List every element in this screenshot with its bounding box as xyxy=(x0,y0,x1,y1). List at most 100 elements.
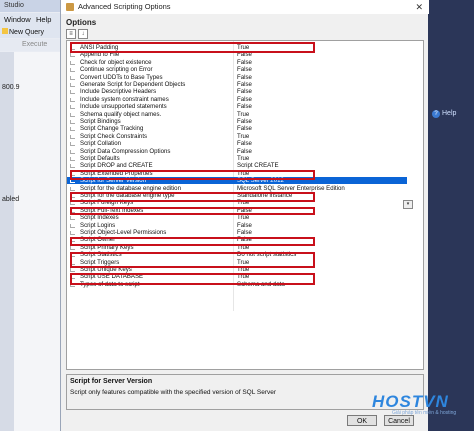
help-link[interactable]: ? Help xyxy=(432,110,456,118)
property-row[interactable]: Script Indexes True xyxy=(67,214,407,221)
property-row[interactable]: Script Collation False xyxy=(67,140,407,147)
property-name: Script Check Constraints xyxy=(80,132,148,140)
property-row[interactable]: Include system constraint names False xyxy=(67,96,407,103)
property-row[interactable]: Convert UDDTs to Base Types False xyxy=(67,74,407,81)
property-name: Script Bindings xyxy=(80,118,121,125)
description-text: Script only features compatible with the… xyxy=(70,389,277,396)
property-row[interactable]: Script Object-Level Permissions False xyxy=(67,229,407,236)
property-name: Check for object existence xyxy=(80,58,152,66)
property-row[interactable]: Check for object existence False xyxy=(67,59,407,66)
row-indent-icon xyxy=(70,90,75,95)
dialog-title: Advanced Scripting Options xyxy=(78,2,171,11)
property-name: Include system constraint names xyxy=(80,95,169,103)
property-value[interactable]: False xyxy=(237,118,252,125)
execute-button[interactable]: Execute xyxy=(22,41,47,48)
bg-window-title: Studio xyxy=(0,0,60,12)
property-name: Include unsupported statements xyxy=(80,103,167,111)
property-grid: ANSI Padding True Append to File False Check… xyxy=(66,40,424,370)
property-value[interactable]: False xyxy=(237,140,252,147)
property-value[interactable]: True xyxy=(237,155,249,162)
property-value[interactable]: False xyxy=(237,88,252,95)
row-indent-icon xyxy=(70,105,75,110)
bg-side-value: 800.9 xyxy=(2,84,20,91)
alphabetical-icon[interactable]: ↓ xyxy=(78,29,88,39)
property-name: Schema qualify object names. xyxy=(80,110,162,118)
property-value[interactable]: False xyxy=(237,229,252,236)
categorized-icon[interactable]: ≡ xyxy=(66,29,76,39)
property-value[interactable]: False xyxy=(237,222,252,229)
row-indent-icon xyxy=(70,83,75,87)
row-indent-icon xyxy=(70,60,75,65)
property-value[interactable]: Script CREATE xyxy=(237,162,279,169)
property-value[interactable]: False xyxy=(237,81,252,88)
property-row[interactable]: Generate Script for Dependent Objects Fal… xyxy=(67,81,407,88)
property-value[interactable]: False xyxy=(237,148,252,155)
bg-toolbar: New Query xyxy=(0,26,60,38)
bg-side-panel xyxy=(0,52,14,431)
row-indent-icon xyxy=(70,164,75,169)
property-value[interactable]: True xyxy=(237,111,249,118)
row-indent-icon xyxy=(70,268,75,272)
highlight-server-version xyxy=(70,170,315,180)
row-indent-icon xyxy=(70,112,75,117)
dialog-titlebar: Advanced Scripting Options ✕ xyxy=(61,0,429,14)
new-query-button[interactable]: New Query xyxy=(2,28,44,36)
row-indent-icon xyxy=(70,223,75,228)
property-row[interactable]: Script Defaults True xyxy=(67,155,407,162)
property-value[interactable]: False xyxy=(237,96,252,103)
menu-help[interactable]: Help xyxy=(36,15,51,24)
bg-right-pane xyxy=(428,0,474,431)
property-row[interactable]: Script Bindings False xyxy=(67,118,407,125)
property-row[interactable]: Schema qualify object names. True xyxy=(67,111,407,118)
property-row[interactable]: Include Descriptive Headers False xyxy=(67,88,407,95)
bg-object-pane xyxy=(14,52,60,431)
property-row[interactable]: Continue scripting on Error False xyxy=(67,66,407,73)
ok-button[interactable]: OK xyxy=(347,415,377,426)
highlight-indexes xyxy=(70,207,315,215)
bg-side-text: abled xyxy=(2,196,20,203)
row-indent-icon xyxy=(70,186,75,191)
property-value[interactable]: True xyxy=(237,214,249,221)
property-row[interactable]: Script for the database engine edition Mi… xyxy=(67,185,407,192)
row-indent-icon xyxy=(70,97,75,102)
property-value[interactable]: Microsoft SQL Server Enterprise Edition xyxy=(237,185,345,192)
row-indent-icon xyxy=(70,120,75,124)
property-name: Script Object-Level Permissions xyxy=(80,229,167,236)
close-icon[interactable]: ✕ xyxy=(415,0,423,14)
property-value[interactable]: False xyxy=(237,66,252,73)
row-indent-icon xyxy=(70,216,75,221)
property-row[interactable]: Script Data Compression Options False xyxy=(67,148,407,155)
row-indent-icon xyxy=(70,134,75,139)
bg-menubar: Window Help xyxy=(0,13,60,26)
property-value[interactable]: False xyxy=(237,125,252,132)
row-indent-icon xyxy=(70,127,75,132)
property-row[interactable]: Script Logins False xyxy=(67,222,407,229)
highlight-triggers-unique-keys xyxy=(70,252,315,268)
row-indent-icon xyxy=(70,157,75,161)
new-query-icon xyxy=(2,28,8,34)
property-value[interactable]: False xyxy=(237,103,252,110)
advanced-scripting-dialog: Advanced Scripting Options ✕ Options ≡ ↓… xyxy=(60,0,429,431)
cancel-button[interactable]: Cancel xyxy=(384,415,414,426)
menu-window[interactable]: Window xyxy=(4,15,31,24)
property-row[interactable]: Script Check Constraints True xyxy=(67,133,407,140)
hostvn-tagline: Giải pháp tên miền & hosting xyxy=(392,410,457,416)
dialog-app-icon xyxy=(66,3,74,11)
row-indent-icon xyxy=(70,68,75,73)
property-name: Include Descriptive Headers xyxy=(80,88,157,96)
property-row[interactable]: Script DROP and CREATE Script CREATE xyxy=(67,162,407,169)
property-name: Script Data Compression Options xyxy=(80,147,171,155)
property-value[interactable]: False xyxy=(237,59,252,66)
property-value[interactable]: True xyxy=(237,133,249,140)
row-indent-icon xyxy=(70,231,75,235)
row-indent-icon xyxy=(70,245,75,250)
property-name: Continue scripting on Error xyxy=(80,66,153,74)
property-name: Script Defaults xyxy=(80,155,120,162)
description-title: Script for Server Version xyxy=(70,378,153,385)
property-name: Script Collation xyxy=(80,140,121,148)
property-row[interactable]: Script Change Tracking False xyxy=(67,125,407,132)
property-name: Convert UDDTs to Base Types xyxy=(80,73,163,81)
dropdown-arrow-icon[interactable]: ▾ xyxy=(403,200,413,209)
property-row[interactable]: Include unsupported statements False xyxy=(67,103,407,110)
property-value[interactable]: False xyxy=(237,74,252,81)
